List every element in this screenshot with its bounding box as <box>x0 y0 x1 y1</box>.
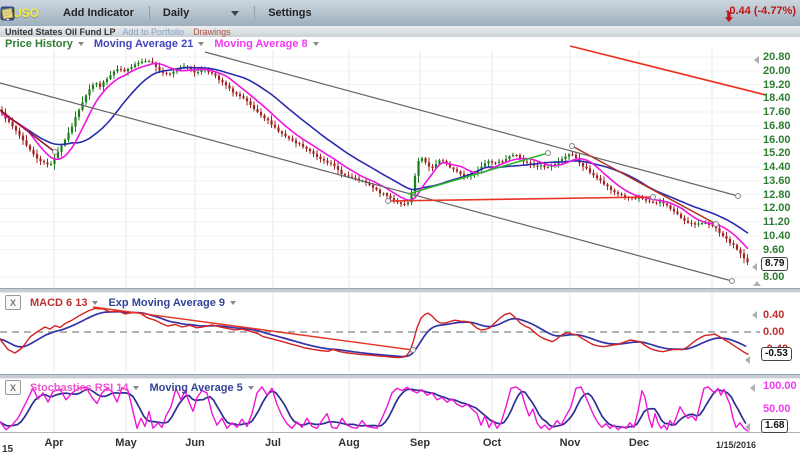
axis-tick-label: 0.40 <box>763 309 784 321</box>
axis-tick-label: 19.20 <box>763 79 791 91</box>
cube-icon[interactable] <box>353 6 368 21</box>
axis-scroll-arrow-icon[interactable] <box>753 281 761 286</box>
toolbar: USO Add Indicator Daily Settings <box>0 0 800 27</box>
month-label: Apr <box>45 437 64 449</box>
add-indicator-button[interactable]: Add Indicator <box>63 7 134 19</box>
chevron-down-icon[interactable] <box>198 42 204 46</box>
axis-tick-label: 11.20 <box>763 216 790 228</box>
month-label: May <box>115 437 136 449</box>
chevron-down-icon[interactable] <box>248 386 254 390</box>
toolbar-divider <box>148 6 150 20</box>
axis-tick-label: 14.40 <box>763 161 791 173</box>
axis-scroll-arrow-icon[interactable] <box>745 423 750 431</box>
month-label: Oct <box>483 437 501 449</box>
axis-tick-label: 100.00 <box>763 380 797 392</box>
close-icon[interactable]: X <box>5 295 21 310</box>
axis-tick-label: 12.00 <box>763 202 791 214</box>
price-legend: Price History Moving Average 21 Moving A… <box>5 38 329 50</box>
current-stoch-box: 1.68 <box>761 419 788 433</box>
toolbar-divider <box>253 6 255 20</box>
axis-scroll-arrow-icon[interactable] <box>752 311 757 319</box>
panel-divider[interactable] <box>0 288 800 293</box>
close-icon[interactable]: X <box>5 380 21 395</box>
timeframe-select[interactable]: Daily <box>163 7 189 19</box>
axis-tick-label: 18.40 <box>763 92 791 104</box>
legend-price-history[interactable]: Price History <box>5 38 73 50</box>
axis-tick-label: 15.20 <box>763 147 791 159</box>
twitter-bird-icon[interactable] <box>378 6 393 21</box>
current-macd-box: -0.53 <box>761 347 792 361</box>
axis-scroll-arrow-icon[interactable] <box>750 384 755 392</box>
legend-stochastics-rsi[interactable]: Stochastics RSI 14 <box>30 382 128 394</box>
stoch-header: X Stochastics RSI 14 Moving Average 5 <box>5 380 264 395</box>
price-change-text: -0.44 (-4.77%) <box>726 5 796 17</box>
legend-moving-average-8[interactable]: Moving Average 8 <box>214 38 307 50</box>
legend-macd[interactable]: MACD 6 13 <box>30 297 87 309</box>
chevron-down-icon[interactable] <box>313 42 319 46</box>
chevron-down-icon[interactable] <box>230 301 236 305</box>
alarm-clock-icon[interactable] <box>328 6 343 21</box>
month-label: Dec <box>629 437 649 449</box>
add-to-portfolio-link[interactable]: Add to Portfolio <box>123 27 185 37</box>
month-label: Jul <box>265 437 281 449</box>
camera-icon[interactable] <box>428 6 443 21</box>
toolbar-icons <box>328 6 468 21</box>
axis-tick-label: 16.00 <box>763 134 791 146</box>
axis-scroll-arrow-icon[interactable] <box>754 56 759 64</box>
start-year-label: 15 <box>2 444 13 454</box>
axis-divider <box>0 432 800 433</box>
axis-tick-label: 16.80 <box>763 120 791 132</box>
timeframe-caret-icon[interactable] <box>231 11 239 16</box>
panel-divider[interactable] <box>0 374 800 379</box>
axis-tick-label: 0.00 <box>763 326 784 338</box>
month-label: Sep <box>410 437 430 449</box>
month-label: Nov <box>560 437 581 449</box>
axis-tick-label: 10.40 <box>763 230 791 242</box>
app-window: USO Add Indicator Daily Settings <box>0 0 800 454</box>
legend-moving-average-5[interactable]: Moving Average 5 <box>149 382 242 394</box>
chevron-down-icon[interactable] <box>78 42 84 46</box>
axis-tick-label: 20.80 <box>763 51 791 63</box>
axis-tick-label: 9.60 <box>763 244 784 256</box>
facebook-icon[interactable] <box>403 6 418 21</box>
chevron-down-icon[interactable] <box>133 386 139 390</box>
axis-scroll-arrow-icon[interactable] <box>752 263 757 271</box>
macd-header: X MACD 6 13 Exp Moving Average 9 <box>5 295 246 310</box>
month-label: Aug <box>338 437 359 449</box>
legend-exp-moving-average[interactable]: Exp Moving Average 9 <box>108 297 225 309</box>
drawings-link[interactable]: Drawings <box>193 27 231 37</box>
symbol-name: United States Oil Fund LP <box>5 27 116 37</box>
axis-tick-label: 20.00 <box>763 65 791 77</box>
axis-tick-label: 50.00 <box>763 403 791 415</box>
axis-tick-label: 17.60 <box>763 106 791 118</box>
chevron-down-icon[interactable] <box>92 301 98 305</box>
settings-button[interactable]: Settings <box>268 7 311 19</box>
symbol-ticker[interactable]: USO <box>13 6 39 20</box>
axis-tick-label: 12.80 <box>763 189 791 201</box>
axis-tick-label: 13.60 <box>763 175 791 187</box>
month-label: Jun <box>185 437 205 449</box>
current-price-box: 8.79 <box>761 257 788 271</box>
x-axis: 1/15/2016 15 Apr May Jun Jul Aug Sep Oct Nov Dec <box>0 433 800 454</box>
axis-tick-label: 8.00 <box>763 271 784 283</box>
price-change: -0.44 (-4.77%) <box>724 5 796 17</box>
end-date-label: 1/15/2016 <box>716 440 756 450</box>
legend-moving-average-21[interactable]: Moving Average 21 <box>94 38 193 50</box>
sticky-note-icon[interactable] <box>453 6 468 21</box>
price-chart[interactable] <box>0 36 800 288</box>
axis-scroll-arrow-icon[interactable] <box>745 356 750 364</box>
